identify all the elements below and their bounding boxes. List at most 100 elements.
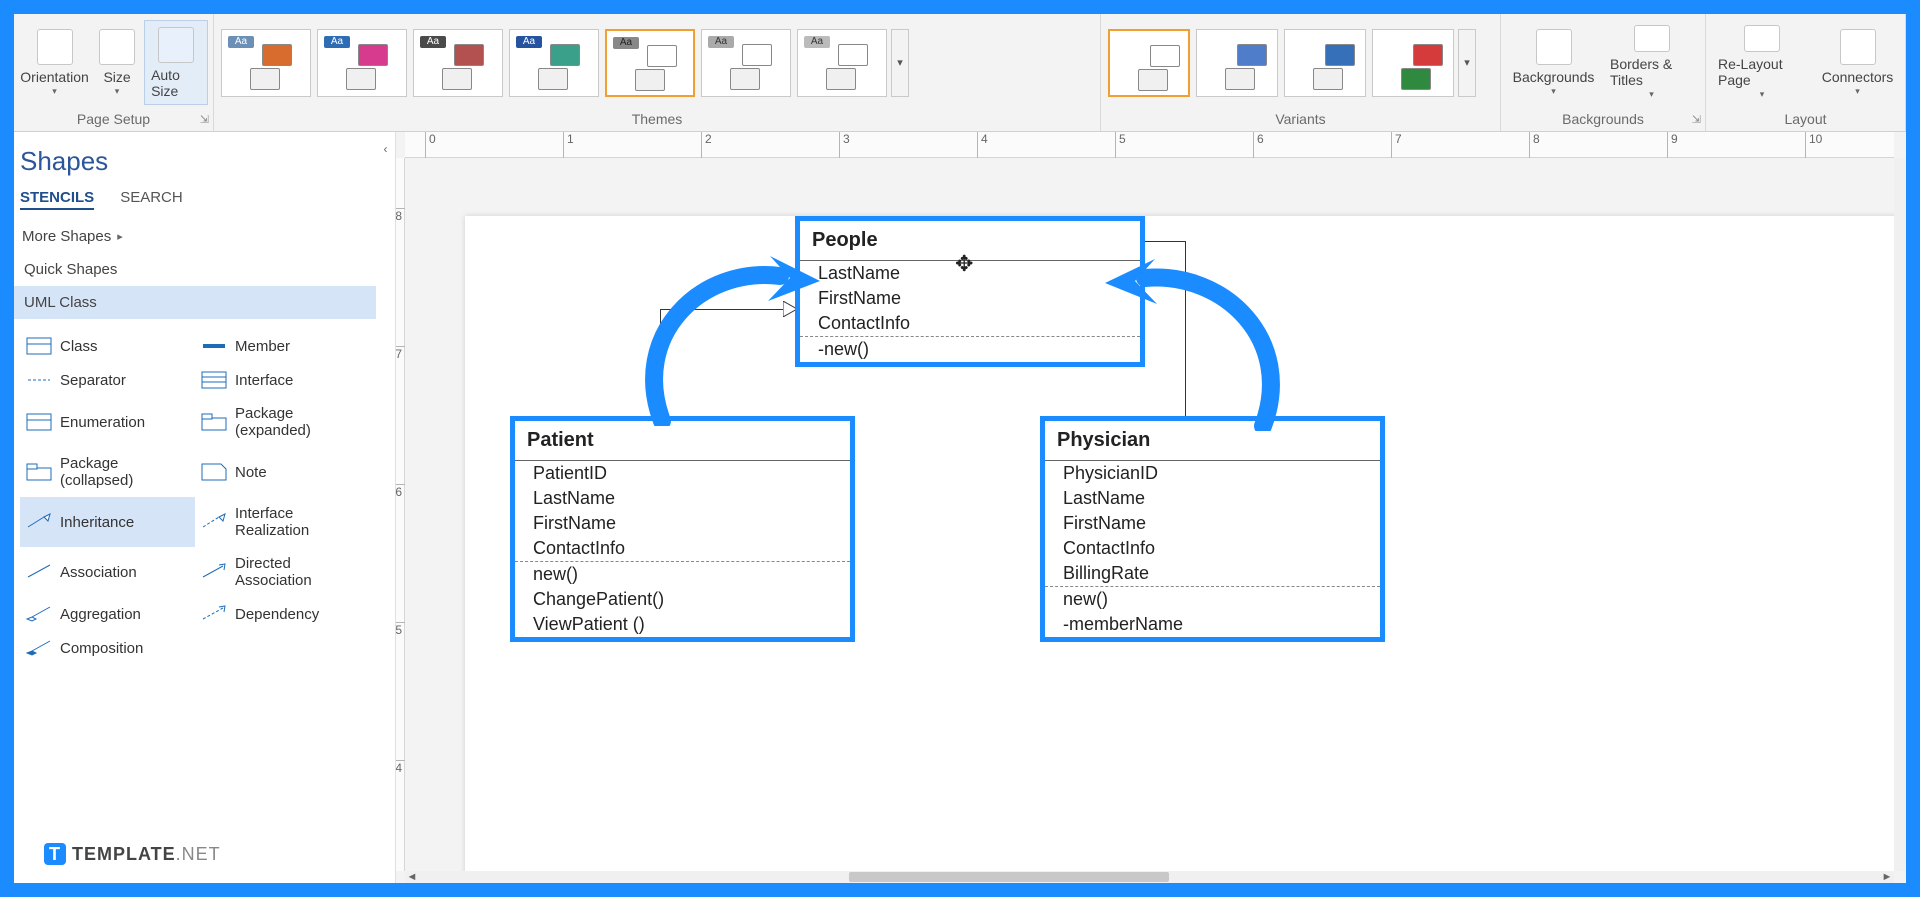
quick-shapes-row[interactable]: Quick Shapes [14, 253, 376, 286]
stencil-package-expanded[interactable]: Package (expanded) [195, 397, 370, 447]
tab-search[interactable]: SEARCH [120, 189, 183, 210]
orientation-button[interactable]: Orientation▾ [19, 20, 90, 105]
ruler-tick: 3 [839, 132, 850, 158]
tab-stencils[interactable]: STENCILS [20, 189, 94, 210]
dependency-icon [201, 605, 227, 623]
theme-swatch[interactable]: Aa [605, 29, 695, 97]
stencil-directed-association[interactable]: Directed Association [195, 547, 370, 597]
theme-swatch[interactable]: Aa [509, 29, 599, 97]
enumeration-icon [26, 413, 52, 431]
uml-operation: -memberName [1045, 612, 1380, 637]
uml-operation: new() [1045, 587, 1380, 612]
ribbon-group-page-setup: Orientation▾ Size▾ Auto Size Page Setup ⇲ [14, 14, 214, 131]
borders-titles-button[interactable]: Borders & Titles▾ [1603, 20, 1700, 105]
backgrounds-launcher-icon[interactable]: ⇲ [1692, 113, 1701, 126]
more-shapes-link[interactable]: More Shapes▸ [14, 220, 376, 253]
template-net-watermark: T TEMPLATE.NET [44, 843, 221, 865]
backgrounds-label: Backgrounds [1562, 111, 1644, 127]
size-icon [99, 29, 135, 65]
ruler-tick: 0 [425, 132, 436, 158]
horizontal-scrollbar[interactable]: ◄ ► [405, 871, 1894, 883]
theme-swatch[interactable]: Aa [701, 29, 791, 97]
vertical-scrollbar[interactable] [1894, 158, 1906, 871]
auto-size-button[interactable]: Auto Size [144, 20, 208, 105]
variant-swatch[interactable] [1196, 29, 1278, 97]
backgrounds-button[interactable]: Backgrounds▾ [1506, 20, 1601, 105]
stencil-enumeration[interactable]: Enumeration [20, 397, 195, 447]
variant-swatch[interactable] [1372, 29, 1454, 97]
size-button[interactable]: Size▾ [92, 20, 142, 105]
stencil-separator[interactable]: Separator [20, 363, 195, 397]
theme-swatch[interactable]: Aa [797, 29, 887, 97]
auto-size-icon [158, 27, 194, 63]
variant-swatch[interactable] [1108, 29, 1190, 97]
uml-class-patient[interactable]: Patient PatientID LastName FirstName Con… [510, 416, 855, 642]
stencil-package-collapsed[interactable]: Package (collapsed) [20, 447, 195, 497]
connector-line [660, 309, 785, 310]
ribbon-group-backgrounds: Backgrounds▾ Borders & Titles▾ Backgroun… [1501, 14, 1706, 131]
relayout-icon [1744, 25, 1780, 52]
drawing-page[interactable]: People LastName FirstName ContactInfo -n… [405, 158, 1894, 871]
class-icon [26, 337, 52, 355]
aggregation-icon [26, 605, 52, 623]
uml-attribute: ContactInfo [1045, 536, 1380, 561]
uml-attribute: PhysicianID [1045, 461, 1380, 486]
composition-icon [26, 639, 52, 657]
inheritance-icon [26, 513, 52, 531]
page-setup-label: Page Setup [77, 111, 150, 127]
scroll-right-icon[interactable]: ► [1880, 871, 1894, 883]
association-icon [26, 563, 52, 581]
uml-attribute: LastName [1045, 486, 1380, 511]
variant-swatch[interactable] [1284, 29, 1366, 97]
uml-attribute: BillingRate [1045, 561, 1380, 586]
stencil-member[interactable]: Member [195, 329, 370, 363]
member-icon [201, 337, 227, 355]
scrollbar-thumb[interactable] [849, 872, 1169, 882]
separator-icon [26, 371, 52, 389]
stencil-grid: Class Member Separator Interface Enumera… [14, 319, 376, 883]
theme-swatch[interactable]: Aa [221, 29, 311, 97]
stencil-class[interactable]: Class [20, 329, 195, 363]
theme-swatch[interactable]: Aa [317, 29, 407, 97]
uml-class-row[interactable]: UML Class [14, 286, 376, 319]
uml-attribute: LastName [515, 486, 850, 511]
uml-attribute: FirstName [800, 286, 1140, 311]
stencil-aggregation[interactable]: Aggregation [20, 597, 195, 631]
interface-realization-icon [201, 513, 227, 531]
connectors-button[interactable]: Connectors▾ [1815, 20, 1900, 105]
stencil-interface[interactable]: Interface [195, 363, 370, 397]
ribbon: Orientation▾ Size▾ Auto Size Page Setup ⇲… [14, 14, 1906, 132]
ribbon-group-themes: Aa Aa Aa Aa Aa Aa Aa ▾ Themes [214, 14, 1101, 131]
panel-collapse-button[interactable]: ‹ [376, 132, 396, 883]
connector-line [1185, 241, 1186, 439]
ribbon-group-layout: Re-Layout Page▾ Connectors▾ Layout [1706, 14, 1906, 131]
uml-class-physician[interactable]: Physician PhysicianID LastName FirstName… [1040, 416, 1385, 642]
ruler-tick: 1 [563, 132, 574, 158]
stencil-composition[interactable]: Composition [20, 631, 195, 665]
stencil-dependency[interactable]: Dependency [195, 597, 370, 631]
uml-class-title: Physician [1045, 421, 1380, 460]
stencil-inheritance[interactable]: Inheritance [20, 497, 195, 547]
themes-more-button[interactable]: ▾ [891, 29, 909, 97]
uml-operation: -new() [800, 337, 1140, 362]
uml-operation: ChangePatient() [515, 587, 850, 612]
uml-attribute: ContactInfo [515, 536, 850, 561]
stencil-note[interactable]: Note [195, 447, 370, 497]
ruler-tick: 7 [1391, 132, 1402, 158]
uml-attribute: PatientID [515, 461, 850, 486]
relayout-button[interactable]: Re-Layout Page▾ [1711, 20, 1813, 105]
ribbon-group-variants: ▾ Variants [1101, 14, 1501, 131]
stencil-association[interactable]: Association [20, 547, 195, 597]
ruler-tick: 9 [1667, 132, 1678, 158]
move-cursor-icon: ✥ [955, 251, 973, 277]
variants-more-button[interactable]: ▾ [1458, 29, 1476, 97]
stencil-interface-realization[interactable]: Interface Realization [195, 497, 370, 547]
theme-swatch[interactable]: Aa [413, 29, 503, 97]
connectors-icon [1840, 29, 1876, 65]
ruler-tick: 8 [1529, 132, 1540, 158]
page-setup-launcher-icon[interactable]: ⇲ [200, 113, 209, 126]
uml-class-people[interactable]: People LastName FirstName ContactInfo -n… [795, 216, 1145, 367]
scroll-left-icon[interactable]: ◄ [405, 871, 419, 883]
canvas-area: 0 1 2 3 4 5 6 7 8 9 10 8 7 6 5 4 [377, 132, 1906, 883]
uml-class-title: Patient [515, 421, 850, 460]
